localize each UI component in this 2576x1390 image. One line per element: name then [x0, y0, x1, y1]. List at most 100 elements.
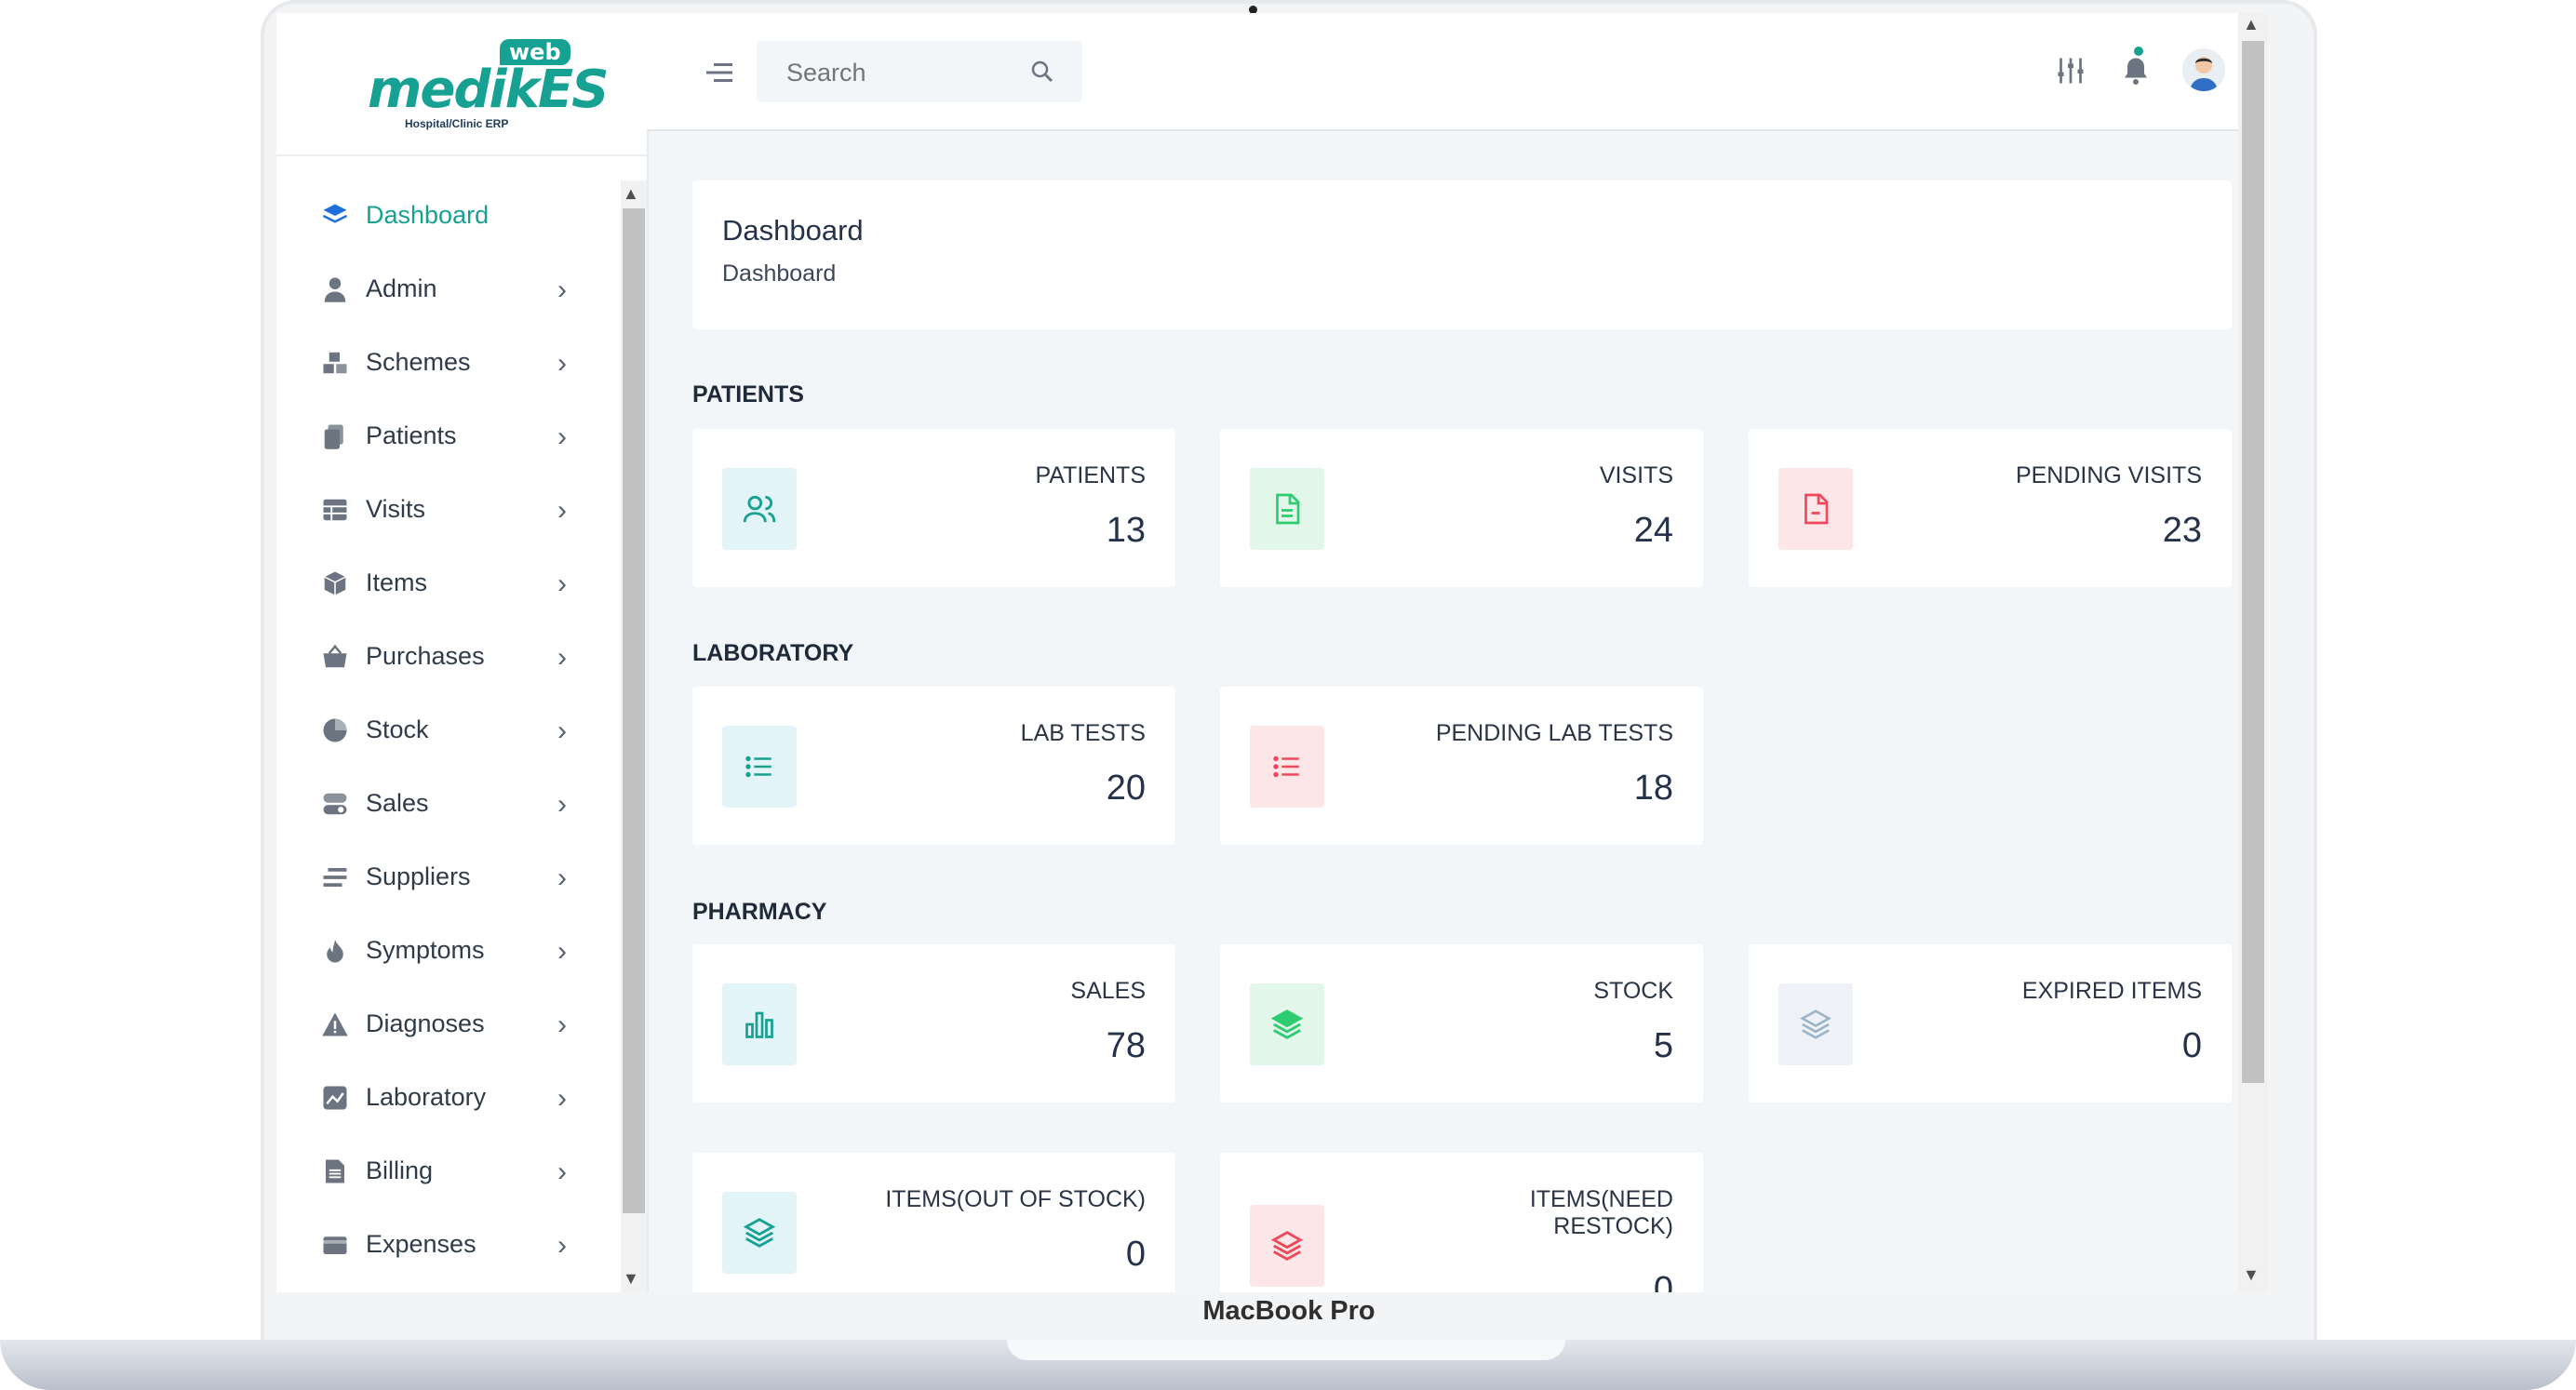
- stat-value: 20: [1106, 769, 1146, 808]
- sliders-icon[interactable]: [2054, 54, 2087, 87]
- chart-icon: [321, 1084, 349, 1112]
- sidebar-item-patients[interactable]: Patients ›: [276, 399, 623, 473]
- fire-icon: [321, 937, 349, 965]
- sidebar-item-label: Billing: [366, 1156, 434, 1184]
- sidebar-item-label: Laboratory: [366, 1083, 487, 1111]
- section-heading-laboratory: LABORATORY: [692, 640, 854, 666]
- avatar[interactable]: [2182, 48, 2225, 91]
- stat-label-line1: ITEMS(NEED: [1529, 1186, 1673, 1212]
- sidebar-item-stock[interactable]: Stock ›: [276, 693, 623, 767]
- device-label: MacBook Pro: [1202, 1296, 1375, 1326]
- layers-icon: [1250, 983, 1324, 1065]
- sidebar-item-diagnoses[interactable]: Diagnoses ›: [276, 987, 623, 1061]
- sidebar-item-label: Admin: [366, 274, 437, 302]
- stat-card-pending-visits[interactable]: PENDING VISITS 23: [1749, 429, 2232, 587]
- sidebar-item-label: Symptoms: [366, 936, 485, 964]
- sidebar-item-expenses[interactable]: Expenses ›: [276, 1208, 623, 1281]
- stat-value: 0: [1653, 1270, 1673, 1292]
- stat-card-visits[interactable]: VISITS 24: [1220, 429, 1703, 587]
- notification-dot: [2134, 47, 2143, 56]
- sidebar-item-label: Purchases: [366, 642, 485, 670]
- layers-icon: [1250, 1205, 1324, 1287]
- sidebar-item-label: Schemes: [366, 348, 471, 376]
- chevron-right-icon: ›: [557, 348, 567, 379]
- sidebar-item-billing[interactable]: Billing ›: [276, 1134, 623, 1208]
- app-screen: medikES web Hospital/Clinic ERP Dashboar…: [276, 13, 2268, 1292]
- file-icon: [1250, 468, 1324, 550]
- sidebar-scrollbar-thumb[interactable]: [623, 208, 645, 1213]
- scroll-down-icon[interactable]: ▼: [2243, 1265, 2260, 1285]
- search-icon[interactable]: [1028, 58, 1056, 86]
- sidebar-item-sales[interactable]: Sales ›: [276, 767, 623, 840]
- logo-area[interactable]: medikES web Hospital/Clinic ERP: [276, 13, 647, 156]
- topbar: [647, 13, 2268, 131]
- stat-card-pending-lab-tests[interactable]: PENDING LAB TESTS 18: [1220, 687, 1703, 845]
- menu-toggle-icon[interactable]: [706, 61, 732, 88]
- chevron-right-icon: ›: [557, 789, 567, 820]
- bell-icon[interactable]: [2119, 54, 2153, 87]
- sidebar-item-dashboard[interactable]: Dashboard: [276, 179, 623, 252]
- list-icon: [1250, 726, 1324, 808]
- layers-icon: [722, 1192, 797, 1274]
- chevron-right-icon: ›: [557, 936, 567, 967]
- toggle-icon: [321, 790, 349, 818]
- stat-card-stock[interactable]: STOCK 5: [1220, 944, 1703, 1103]
- stat-label: SALES: [1070, 978, 1146, 1004]
- scroll-up-icon[interactable]: ▲: [623, 184, 639, 204]
- scroll-up-icon[interactable]: ▲: [2243, 15, 2260, 34]
- stat-card-items-need-restock[interactable]: ITEMS(NEED RESTOCK) 0: [1220, 1153, 1703, 1292]
- sidebar-item-admin[interactable]: Admin ›: [276, 252, 623, 326]
- stat-value: 78: [1106, 1026, 1146, 1065]
- chevron-right-icon: ›: [557, 1009, 567, 1040]
- list-icon: [722, 726, 797, 808]
- user-icon: [321, 275, 349, 303]
- brand-logo: medikES: [368, 60, 609, 120]
- sidebar-item-symptoms[interactable]: Symptoms ›: [276, 914, 623, 987]
- sidebar-item-suppliers[interactable]: Suppliers ›: [276, 840, 623, 914]
- section-heading-patients: PATIENTS: [692, 381, 804, 408]
- stat-label-line2: RESTOCK): [1553, 1213, 1673, 1239]
- copy-icon: [321, 422, 349, 450]
- stat-value: 0: [1125, 1235, 1146, 1274]
- sidebar-item-visits[interactable]: Visits ›: [276, 473, 623, 546]
- sidebar-item-items[interactable]: Items ›: [276, 546, 623, 620]
- stat-card-lab-tests[interactable]: LAB TESTS 20: [692, 687, 1175, 845]
- chevron-right-icon: ›: [557, 568, 567, 599]
- stat-card-patients[interactable]: PATIENTS 13: [692, 429, 1175, 587]
- chevron-right-icon: ›: [557, 1230, 567, 1261]
- stat-card-sales[interactable]: SALES 78: [692, 944, 1175, 1103]
- scroll-down-icon[interactable]: ▼: [623, 1269, 639, 1289]
- breadcrumb[interactable]: Dashboard: [722, 261, 836, 287]
- main-scrollbar-thumb[interactable]: [2242, 41, 2264, 1083]
- sidebar-item-schemes[interactable]: Schemes ›: [276, 326, 623, 399]
- sidebar-nav: Dashboard Admin › Schemes › Patients › V…: [276, 179, 623, 1281]
- file-icon: [1778, 468, 1853, 550]
- stat-card-expired-items[interactable]: EXPIRED ITEMS 0: [1749, 944, 2232, 1103]
- brand-subtitle: Hospital/Clinic ERP: [405, 117, 509, 130]
- chevron-right-icon: ›: [557, 274, 567, 305]
- bar-chart-icon: [722, 983, 797, 1065]
- wallet-icon: [321, 1231, 349, 1259]
- stat-card-items-out-of-stock[interactable]: ITEMS(OUT OF STOCK) 0: [692, 1153, 1175, 1292]
- sidebar-item-laboratory[interactable]: Laboratory ›: [276, 1061, 623, 1134]
- sidebar-item-label: Expenses: [366, 1230, 476, 1258]
- chevron-right-icon: ›: [557, 642, 567, 673]
- stat-label: PATIENTS: [1035, 462, 1146, 488]
- stat-value: 5: [1653, 1026, 1673, 1065]
- chevron-right-icon: ›: [557, 862, 567, 893]
- sidebar-item-label: Suppliers: [366, 862, 471, 890]
- layers-icon: [1778, 983, 1853, 1065]
- sidebar-item-purchases[interactable]: Purchases ›: [276, 620, 623, 693]
- table-icon: [321, 496, 349, 524]
- layers-icon: [321, 202, 349, 230]
- sidebar-item-label: Items: [366, 568, 428, 596]
- section-heading-pharmacy: PHARMACY: [692, 899, 827, 925]
- warning-icon: [321, 1010, 349, 1038]
- document-icon: [321, 1157, 349, 1185]
- search-input[interactable]: [785, 56, 1021, 89]
- chevron-right-icon: ›: [557, 1083, 567, 1114]
- sidebar-item-label: Sales: [366, 789, 429, 817]
- page-header-card: Dashboard Dashboard: [692, 180, 2232, 329]
- stat-label: EXPIRED ITEMS: [2021, 978, 2202, 1004]
- chevron-right-icon: ›: [557, 495, 567, 526]
